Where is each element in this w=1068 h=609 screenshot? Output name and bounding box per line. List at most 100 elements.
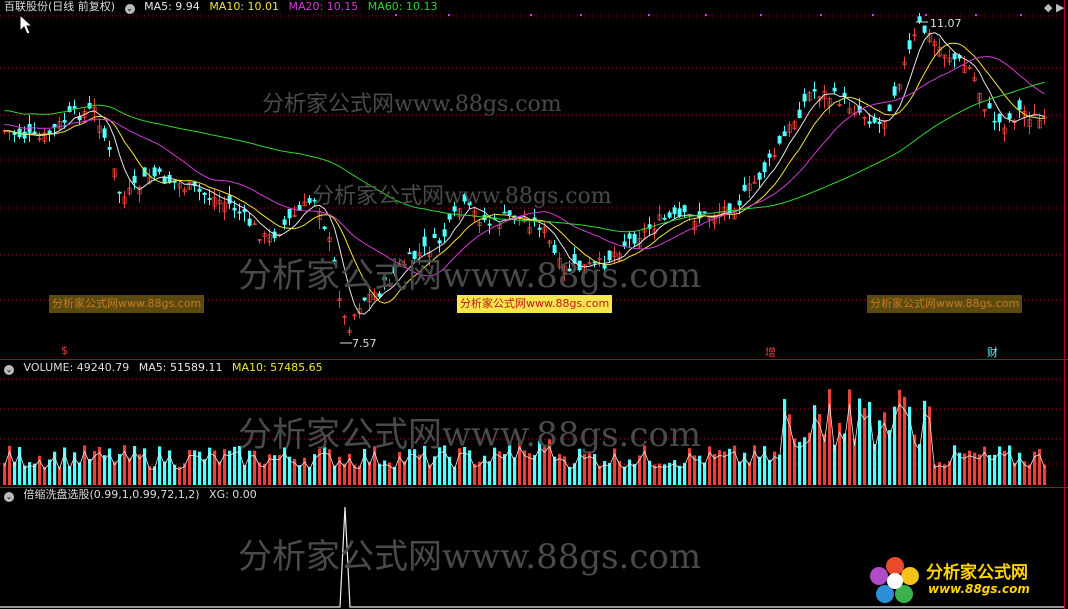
- candle-body: [377, 293, 382, 297]
- signal-dot: [925, 14, 927, 16]
- candle-body: [207, 198, 212, 200]
- candle-body: [152, 167, 157, 177]
- candle-body: [12, 132, 17, 135]
- candle-body: [447, 214, 452, 220]
- candle-body: [467, 201, 472, 206]
- price-header: 百联股份(日线 前复权) ⌄ MA5: 9.94 MA10: 10.01 MA2…: [4, 0, 443, 14]
- stock-title: 百联股份(日线 前复权): [4, 0, 116, 13]
- formula-tag-left: 分析家公式网www.88gs.com: [49, 295, 205, 313]
- collapse-icon[interactable]: ⌄: [124, 4, 135, 14]
- volume-header: ⌄ VOLUME: 49240.79 MA5: 51589.11 MA10: 5…: [4, 361, 329, 375]
- candle-body: [907, 40, 912, 50]
- candle-body: [287, 209, 292, 219]
- collapse-icon[interactable]: ⌄: [4, 492, 14, 502]
- candle-body: [782, 131, 787, 137]
- candle-body: [297, 205, 302, 211]
- candle-body: [407, 252, 412, 255]
- candle-body: [507, 210, 512, 215]
- candle-body: [567, 268, 572, 272]
- low-price-label: 7.57: [352, 337, 377, 350]
- ma20-readout: MA20: 10.15: [288, 0, 359, 13]
- candle-body: [997, 113, 1002, 123]
- candle-body: [117, 191, 122, 194]
- candle-body: [62, 120, 67, 123]
- candle-body: [312, 199, 317, 202]
- candle-body: [592, 261, 597, 264]
- candle-body: [622, 241, 627, 246]
- candle-body: [322, 226, 327, 229]
- flower-logo-icon: [870, 557, 919, 603]
- candle-body: [237, 211, 242, 214]
- candle-body: [737, 200, 742, 206]
- candle-body: [72, 106, 77, 109]
- candle-body: [487, 223, 492, 226]
- candle-body: [662, 217, 667, 220]
- candle-body: [802, 93, 807, 102]
- signal-dot: [1020, 14, 1022, 16]
- candle-body: [102, 128, 107, 138]
- candle-body: [877, 121, 882, 124]
- candle-body: [307, 198, 312, 203]
- volume-readout: VOLUME: 49240.79: [23, 361, 130, 374]
- candle-body: [432, 233, 437, 239]
- candle-body: [197, 188, 202, 192]
- candle-body: [502, 211, 507, 214]
- volume-bar: [1043, 464, 1047, 485]
- site-logo: 分析家公式网 www.88gs.com: [866, 552, 1066, 608]
- event-marker-s[interactable]: $: [61, 344, 68, 357]
- candle-body: [682, 205, 687, 213]
- volume-bars[interactable]: [0, 359, 1068, 487]
- event-marker-zeng[interactable]: 增: [765, 344, 776, 359]
- candle-body: [812, 89, 817, 92]
- candle-body: [22, 131, 27, 139]
- indicator-formula: 倍缩洗盘选股(0.99,1,0.99,72,1,2): [23, 488, 200, 501]
- nav-arrows-icon[interactable]: ◆ ▶: [1044, 1, 1064, 14]
- candle-body: [757, 172, 762, 180]
- candle-body: [767, 153, 772, 158]
- candle-body: [987, 103, 992, 109]
- ma5-line: [4, 32, 1045, 315]
- candle-body: [777, 135, 782, 144]
- candle-body: [202, 192, 207, 195]
- candle-body: [282, 219, 287, 225]
- candle-body: [602, 264, 607, 269]
- collapse-icon[interactable]: ⌄: [4, 365, 14, 375]
- candle-body: [157, 168, 162, 172]
- formula-tag-right: 分析家公式网www.88gs.com: [867, 295, 1023, 313]
- candle-body: [742, 184, 747, 191]
- signal-dot: [648, 14, 650, 16]
- candle-body: [672, 207, 677, 215]
- ma10-line: [4, 42, 1045, 304]
- candle-body: [887, 104, 892, 112]
- candle-body: [537, 227, 542, 230]
- candle-body: [677, 208, 682, 217]
- candle-body: [437, 240, 442, 244]
- formula-tag-highlight: 分析家公式网www.88gs.com: [457, 295, 613, 313]
- mouse-cursor-icon: [19, 14, 34, 35]
- candle-body: [1017, 100, 1022, 110]
- ma60-readout: MA60: 10.13: [367, 0, 438, 13]
- candle-body: [1007, 113, 1012, 119]
- candle-body: [992, 120, 997, 123]
- candle-body: [832, 87, 837, 92]
- candle-body: [667, 212, 672, 218]
- logo-url: www.88gs.com: [928, 582, 1030, 596]
- price-chart-panel[interactable]: 百联股份(日线 前复权) ⌄ MA5: 9.94 MA10: 10.01 MA2…: [0, 0, 1068, 359]
- volume-chart-panel[interactable]: ⌄ VOLUME: 49240.79 MA5: 51589.11 MA10: 5…: [0, 359, 1068, 487]
- signal-dot: [872, 14, 874, 16]
- candle-body: [132, 175, 137, 183]
- candle-body: [627, 233, 632, 239]
- candle-body: [607, 250, 612, 261]
- xg-readout: XG: 0.00: [209, 488, 257, 501]
- candle-body: [867, 121, 872, 124]
- signal-dot: [705, 14, 707, 16]
- candle-body: [797, 109, 802, 119]
- candle-body: [632, 233, 637, 244]
- candle-body: [922, 25, 927, 33]
- candle-body: [107, 147, 112, 150]
- candle-body: [762, 162, 767, 173]
- candle-body: [227, 195, 232, 204]
- logo-title: 分析家公式网: [926, 563, 1028, 583]
- event-marker-cai[interactable]: 财: [987, 344, 998, 359]
- ma10-readout: MA10: 10.01: [209, 0, 280, 13]
